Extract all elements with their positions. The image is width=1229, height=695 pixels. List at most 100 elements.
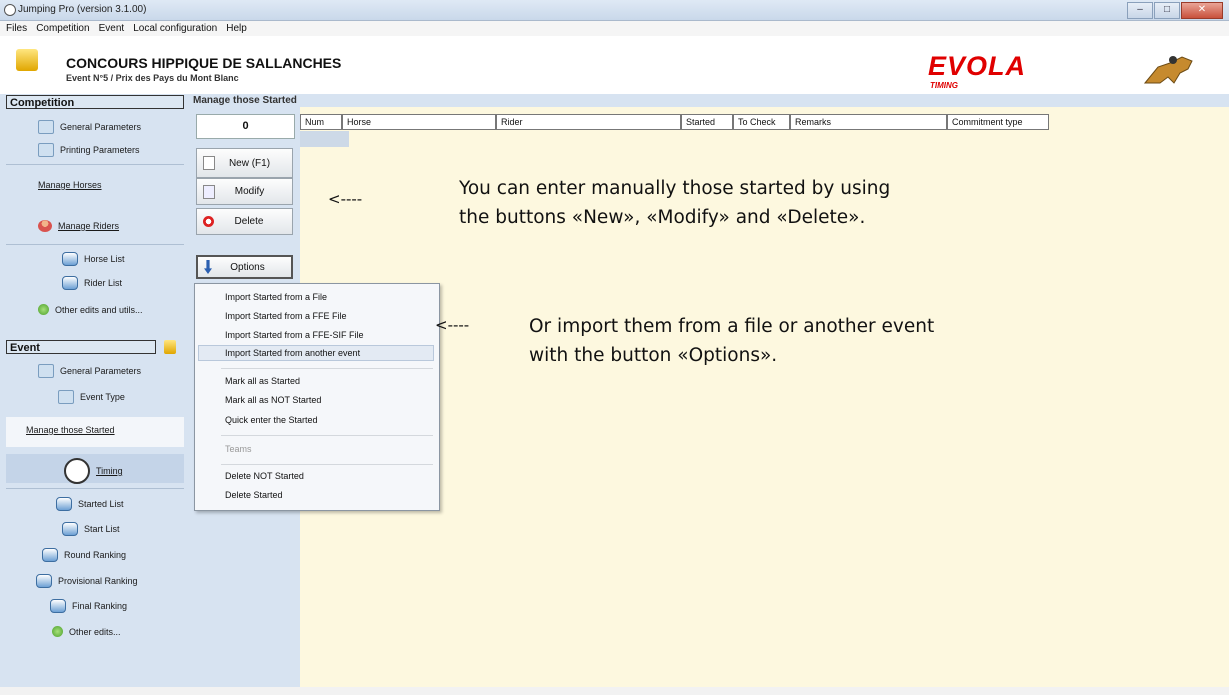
column-header-to-check[interactable]: To Check bbox=[733, 114, 790, 130]
event-icon bbox=[16, 49, 38, 71]
menu-item-mark-all-not-started[interactable]: Mark all as NOT Started bbox=[225, 395, 321, 405]
sidebar-item-label: Printing Parameters bbox=[60, 145, 140, 155]
menu-competition[interactable]: Competition bbox=[36, 21, 89, 36]
sidebar-item-label: Round Ranking bbox=[64, 550, 127, 560]
sidebar-item-other-edits[interactable]: Other edits... bbox=[52, 626, 121, 637]
minimize-button[interactable]: – bbox=[1127, 2, 1153, 19]
button-label: Options bbox=[230, 261, 265, 273]
column-header-horse[interactable]: Horse bbox=[342, 114, 496, 130]
arrow-down-icon bbox=[204, 260, 212, 274]
menu-divider bbox=[221, 368, 433, 369]
new-document-icon bbox=[203, 156, 215, 170]
plus-icon bbox=[52, 626, 63, 637]
menu-item-quick-enter-started[interactable]: Quick enter the Started bbox=[225, 415, 318, 425]
competition-title: CONCOURS HIPPIQUE DE SALLANCHES bbox=[66, 55, 342, 71]
options-button[interactable]: Options bbox=[196, 255, 293, 279]
sidebar-item-final-ranking[interactable]: Final Ranking bbox=[50, 599, 127, 613]
divider bbox=[6, 244, 184, 245]
window-titlebar: Jumping Pro (version 3.1.00) – □ ✕ bbox=[0, 0, 1229, 21]
column-header-remarks[interactable]: Remarks bbox=[790, 114, 947, 130]
competition-section-heading[interactable]: Competition bbox=[6, 95, 184, 109]
panel-title: Manage those Started bbox=[187, 94, 1229, 107]
app-icon bbox=[4, 4, 16, 16]
menu-local-configuration[interactable]: Local configuration bbox=[133, 21, 217, 36]
sidebar-item-label: Start List bbox=[84, 524, 120, 534]
sidebar-item-manage-riders[interactable]: Manage Riders bbox=[38, 220, 119, 232]
button-label: Delete bbox=[234, 216, 264, 227]
printer-icon bbox=[50, 599, 66, 613]
sidebar-item-label: General Parameters bbox=[60, 366, 142, 376]
sidebar-item-start-list[interactable]: Start List bbox=[62, 522, 120, 536]
sidebar-item-label: Started List bbox=[78, 499, 124, 509]
menu-event[interactable]: Event bbox=[99, 21, 125, 36]
edit-icon bbox=[203, 184, 215, 199]
divider bbox=[6, 164, 184, 165]
menu-item-import-ffe-file[interactable]: Import Started from a FFE File bbox=[225, 311, 347, 321]
wand-icon[interactable] bbox=[164, 340, 176, 354]
menu-item-import-another-event[interactable]: Import Started from another event bbox=[225, 348, 360, 358]
printer-icon bbox=[42, 548, 58, 562]
sidebar-item-label: Timing bbox=[96, 466, 123, 476]
sidebar-item-label: Manage Horses bbox=[38, 180, 102, 190]
sidebar-item-event-general-parameters[interactable]: General Parameters bbox=[38, 364, 141, 378]
sidebar-item-horse-list[interactable]: Horse List bbox=[62, 252, 125, 266]
menu-item-import-from-file[interactable]: Import Started from a File bbox=[225, 292, 327, 302]
button-label: Modify bbox=[234, 186, 265, 197]
menu-divider bbox=[221, 435, 433, 436]
sidebar-item-label: Other edits and utils... bbox=[55, 304, 143, 315]
delete-button[interactable]: Delete bbox=[196, 208, 293, 235]
printer-icon bbox=[56, 497, 72, 511]
sidebar-item-label: Rider List bbox=[84, 278, 123, 288]
sidebar-item-timing[interactable]: Timing bbox=[64, 458, 123, 484]
column-header-num[interactable]: Num bbox=[300, 114, 342, 130]
menu-item-delete-not-started[interactable]: Delete NOT Started bbox=[225, 471, 304, 481]
sidebar-item-other-edits-utils[interactable]: Other edits and utils... bbox=[38, 304, 143, 315]
sidebar-item-printing-parameters[interactable]: Printing Parameters bbox=[38, 143, 140, 157]
menu-divider bbox=[221, 464, 433, 465]
menu-bar: Files Competition Event Local configurat… bbox=[0, 21, 1229, 36]
column-header-commitment-type[interactable]: Commitment type bbox=[947, 114, 1049, 130]
options-dropdown-menu: Import Started from a File Import Starte… bbox=[194, 283, 440, 511]
sidebar-item-label: Manage Riders bbox=[58, 221, 120, 231]
parameters-icon bbox=[38, 143, 54, 157]
printer-icon bbox=[36, 574, 52, 588]
sidebar-item-round-ranking[interactable]: Round Ranking bbox=[42, 548, 126, 562]
menu-item-mark-all-started[interactable]: Mark all as Started bbox=[225, 376, 300, 386]
parameters-icon bbox=[38, 120, 54, 134]
sidebar-item-started-list[interactable]: Started List bbox=[56, 497, 124, 511]
column-header-started[interactable]: Started bbox=[681, 114, 733, 130]
sidebar-item-provisional-ranking[interactable]: Provisional Ranking bbox=[36, 574, 138, 588]
table-row-selector[interactable] bbox=[300, 131, 349, 147]
new-button[interactable]: New (F1) bbox=[196, 148, 293, 178]
parameters-icon bbox=[38, 364, 54, 378]
event-subtitle: Event N°5 / Prix des Pays du Mont Blanc bbox=[66, 73, 239, 83]
maximize-button[interactable]: □ bbox=[1154, 2, 1180, 19]
sidebar-item-label: Horse List bbox=[84, 254, 125, 264]
menu-item-import-ffe-sif-file[interactable]: Import Started from a FFE-SIF File bbox=[225, 330, 364, 340]
modify-button[interactable]: Modify bbox=[196, 178, 293, 205]
sidebar-item-label: Final Ranking bbox=[72, 601, 128, 611]
menu-files[interactable]: Files bbox=[6, 21, 27, 36]
annotation-arrow-1: <---- bbox=[328, 190, 363, 208]
menu-help[interactable]: Help bbox=[226, 21, 247, 36]
menu-item-delete-started[interactable]: Delete Started bbox=[225, 490, 283, 500]
app-header: CONCOURS HIPPIQUE DE SALLANCHES Event N°… bbox=[0, 37, 1229, 93]
button-label: New (F1) bbox=[228, 157, 271, 169]
sidebar-item-label: Manage those Started bbox=[26, 425, 115, 435]
sidebar-item-manage-horses[interactable]: Manage Horses bbox=[38, 180, 1198, 210]
event-section-heading[interactable]: Event bbox=[6, 340, 156, 354]
sidebar-item-event-type[interactable]: Event Type bbox=[58, 390, 125, 404]
annotation-text-2-line-2: with the button «Options». bbox=[529, 345, 778, 366]
close-button[interactable]: ✕ bbox=[1181, 2, 1223, 19]
status-bar bbox=[0, 687, 1229, 695]
rider-icon bbox=[38, 220, 52, 232]
window-controls: – □ ✕ bbox=[1126, 2, 1223, 19]
sidebar-item-label: Event Type bbox=[80, 392, 125, 402]
annotation-text-1-line-2: the buttons «New», «Modify» and «Delete»… bbox=[459, 207, 866, 228]
sidebar-item-competition-general-parameters[interactable]: General Parameters bbox=[38, 120, 141, 134]
sidebar-item-manage-those-started[interactable]: Manage those Started bbox=[26, 425, 1194, 459]
column-header-rider[interactable]: Rider bbox=[496, 114, 681, 130]
sidebar-item-rider-list[interactable]: Rider List bbox=[62, 276, 122, 290]
annotation-text-1-line-1: You can enter manually those started by … bbox=[459, 178, 891, 199]
parameters-icon bbox=[58, 390, 74, 404]
